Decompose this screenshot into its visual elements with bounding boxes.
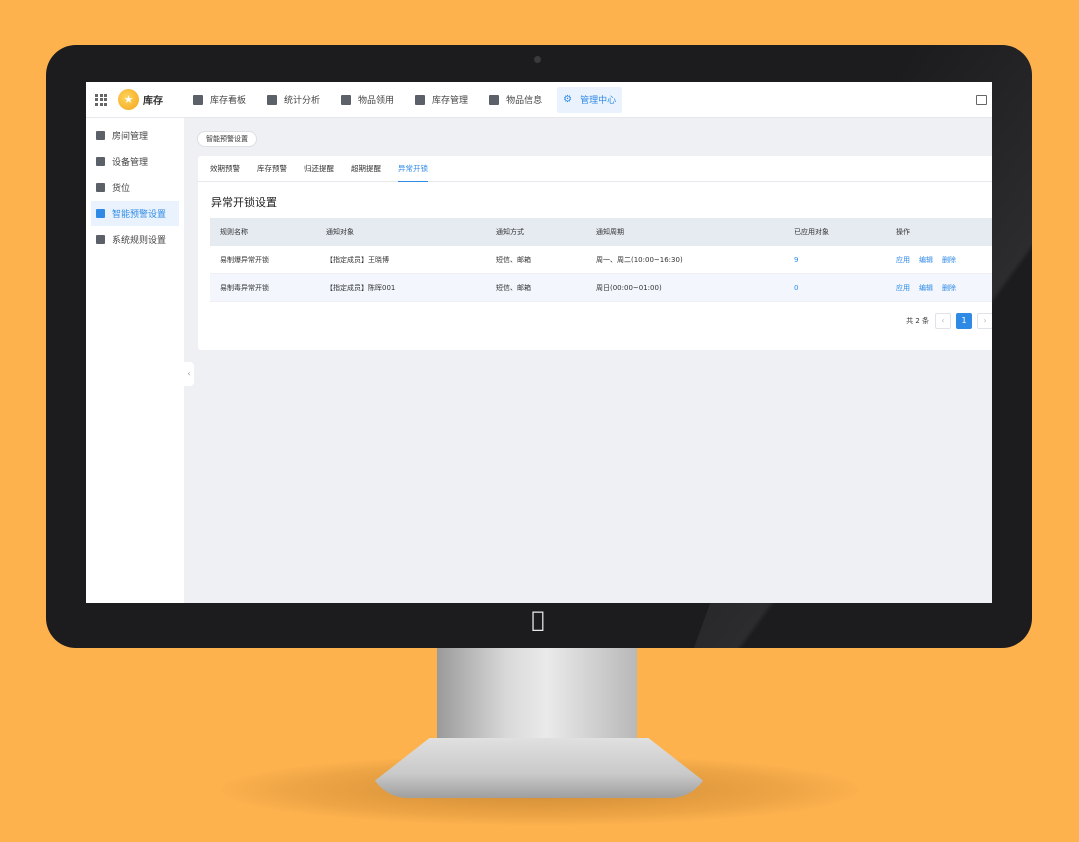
notify-period: 周日(00:00~01:00)	[596, 283, 662, 292]
notify-target: 【指定成员】陈晖001	[326, 283, 396, 292]
tab-stock-warning[interactable]: 库存预警	[257, 156, 287, 182]
gear-icon: ⚙	[563, 93, 573, 105]
nav-item-label: 物品信息	[506, 96, 543, 106]
logo-text: 库存	[143, 96, 163, 107]
logo-icon: ★	[118, 89, 139, 110]
top-navigation-bar: ★ 库存 库存看板 统计分析 物品领用 库存管理 物品信息 ⚙ 管理中心	[86, 82, 992, 118]
column-header: 通知周期	[596, 228, 624, 236]
dashboard-icon	[193, 94, 203, 105]
alert-settings-icon	[96, 209, 105, 218]
table-row: 易制爆异常开锁 【指定成员】王晓博 短信、邮箱 周一、周二(10:00~16:3…	[210, 246, 992, 274]
row-actions: 应用 编辑 删除	[896, 255, 992, 265]
inventory-icon	[415, 94, 426, 105]
rules-icon	[96, 235, 105, 244]
room-icon	[96, 131, 105, 140]
app-grid-icon[interactable]	[95, 93, 107, 106]
app-logo[interactable]: ★ 库存	[118, 89, 163, 110]
nav-item-requisition[interactable]: 物品领用	[335, 87, 400, 113]
user-menu-icon[interactable]	[976, 95, 987, 105]
notify-method: 短信、邮箱	[496, 283, 531, 292]
tab-return-reminder[interactable]: 归还提醒	[304, 156, 334, 182]
requisition-icon	[341, 94, 352, 105]
column-header: 通知对象	[326, 228, 354, 236]
nav-item-label: 统计分析	[284, 96, 321, 106]
sidebar-item-room[interactable]: 房间管理	[86, 123, 184, 148]
column-header: 规则名称	[220, 228, 248, 236]
edit-button[interactable]: 编辑	[919, 283, 933, 293]
tab-bar: 效期预警 库存预警 归还提醒 超期提醒 异常开锁	[198, 156, 992, 182]
apply-button[interactable]: 应用	[896, 255, 910, 265]
prev-page-button[interactable]: ‹	[935, 313, 951, 329]
nav-item-label: 管理中心	[580, 96, 617, 106]
notify-target: 【指定成员】王晓博	[326, 255, 389, 264]
column-header: 通知方式	[496, 228, 524, 236]
item-info-icon	[489, 94, 500, 105]
sidebar-item-label: 智能预警设置	[112, 210, 167, 220]
edit-button[interactable]: 编辑	[919, 255, 933, 265]
column-header: 操作	[896, 228, 910, 236]
tab-overdue-reminder[interactable]: 超期提醒	[351, 156, 381, 182]
column-header: 已应用对象	[794, 228, 829, 236]
monitor-stand-base	[368, 738, 710, 798]
sidebar-item-label: 房间管理	[112, 132, 149, 142]
pagination: 共 2 条 ‹ 1 ›	[906, 313, 992, 329]
nav-item-label: 库存看板	[210, 96, 247, 106]
camera-icon	[534, 56, 541, 63]
tab-expiry-warning[interactable]: 效期预警	[210, 156, 240, 182]
tab-abnormal-unlock[interactable]: 异常开锁	[398, 156, 428, 182]
apply-button[interactable]: 应用	[896, 283, 910, 293]
next-page-button[interactable]: ›	[977, 313, 992, 329]
main-nav: 库存看板 统计分析 物品领用 库存管理 物品信息 ⚙ 管理中心	[187, 82, 631, 118]
row-actions: 应用 编辑 删除	[896, 283, 992, 293]
sidebar-item-shelf[interactable]: 货位	[86, 175, 184, 200]
chart-icon	[267, 94, 278, 105]
rule-name: 易制毒异常开锁	[220, 283, 269, 292]
delete-button[interactable]: 删除	[942, 255, 956, 265]
rule-name: 易制爆异常开锁	[220, 255, 269, 264]
delete-button[interactable]: 删除	[942, 283, 956, 293]
sidebar: 房间管理 设备管理 货位 智能预警设置 系统规则设置	[86, 118, 184, 603]
monitor-frame:  ★ 库存 库存看板 统计分析 物	[46, 45, 1032, 648]
sidebar-item-rules[interactable]: 系统规则设置	[86, 227, 184, 252]
device-icon	[96, 157, 105, 166]
table-header: 规则名称 通知对象 通知方式 通知周期 已应用对象 操作	[210, 218, 992, 246]
monitor-stand-neck	[437, 648, 637, 740]
sidebar-item-label: 系统规则设置	[112, 236, 167, 246]
sidebar-item-label: 设备管理	[112, 158, 149, 168]
sidebar-collapse-button[interactable]: ‹	[184, 362, 194, 386]
app-screen: ★ 库存 库存看板 统计分析 物品领用 库存管理 物品信息 ⚙ 管理中心 房间管…	[86, 82, 992, 603]
sidebar-item-alert-settings[interactable]: 智能预警设置	[91, 201, 179, 226]
nav-item-inventory[interactable]: 库存管理	[409, 87, 474, 113]
rules-table: 规则名称 通知对象 通知方式 通知周期 已应用对象 操作 易制爆异常开锁 【指定…	[210, 218, 992, 302]
nav-item-dashboard[interactable]: 库存看板	[187, 87, 252, 113]
applied-count-link[interactable]: 0	[794, 284, 896, 292]
nav-item-item-info[interactable]: 物品信息	[483, 87, 548, 113]
nav-item-label: 物品领用	[358, 96, 395, 106]
sidebar-item-label: 货位	[112, 184, 131, 194]
page-total: 共 2 条	[906, 317, 929, 325]
nav-item-statistics[interactable]: 统计分析	[261, 87, 326, 113]
breadcrumb-tag[interactable]: 智能预警设置	[197, 131, 257, 147]
notify-method: 短信、邮箱	[496, 255, 531, 264]
nav-item-management-center[interactable]: ⚙ 管理中心	[557, 86, 623, 113]
page-number-button[interactable]: 1	[956, 313, 972, 329]
shelf-icon	[96, 183, 105, 192]
sidebar-item-device[interactable]: 设备管理	[86, 149, 184, 174]
notify-period: 周一、周二(10:00~16:30)	[596, 255, 683, 264]
nav-item-label: 库存管理	[432, 96, 469, 106]
table-row: 易制毒异常开锁 【指定成员】陈晖001 短信、邮箱 周日(00:00~01:00…	[210, 274, 992, 302]
apple-logo-icon: 	[526, 609, 550, 633]
main-card: 效期预警 库存预警 归还提醒 超期提醒 异常开锁 异常开锁设置 规则名称 通知对…	[198, 156, 992, 350]
section-title: 异常开锁设置	[211, 196, 277, 209]
applied-count-link[interactable]: 9	[794, 256, 896, 264]
